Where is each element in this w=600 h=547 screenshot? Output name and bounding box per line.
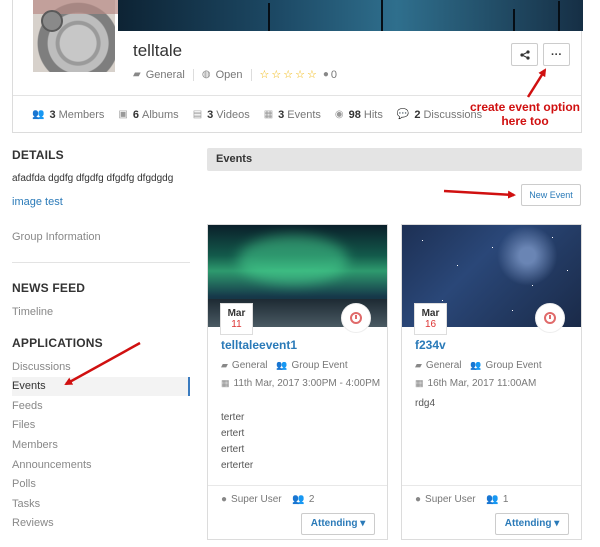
events-icon: ▦ — [263, 109, 274, 120]
group-icon: 👥 — [276, 360, 288, 370]
event-description-line: rdg4 — [415, 398, 436, 409]
globe-icon: ◍ — [201, 69, 211, 80]
attending-dropdown[interactable]: Attending ▾ — [495, 513, 569, 535]
applications-heading: APPLICATIONS — [12, 336, 103, 350]
event-meta: ▰ General 👥 Group Event — [415, 360, 542, 371]
sidebar-item-discussions[interactable]: Discussions — [12, 358, 190, 377]
arrow-to-new-event — [443, 189, 516, 199]
event-card: Mar 11 telltaleevent1 ▰ General 👥 Group Ev… — [207, 224, 388, 540]
share-button[interactable] — [511, 43, 538, 66]
event-title[interactable]: f234v — [415, 338, 446, 352]
calendar-icon: ▦ — [415, 378, 424, 388]
calendar-icon: ▦ — [221, 378, 230, 388]
sidebar-item-polls[interactable]: Polls — [12, 475, 190, 494]
event-description-line: ertert — [221, 444, 245, 455]
stat-albums[interactable]: ▣ 6 Albums — [118, 109, 178, 121]
sidebar-item-timeline[interactable]: Timeline — [12, 303, 190, 322]
members-icon: 👥 — [32, 109, 45, 120]
event-card: Mar 16 f234v ▰ General 👥 Group Event ▦ 16th… — [401, 224, 582, 540]
event-description-line: erterter — [221, 460, 254, 471]
event-description-line: ertert — [221, 428, 245, 439]
rating-stars[interactable]: ☆☆☆☆☆ — [260, 68, 319, 81]
event-meta: ▰ General 👥 Group Event — [221, 360, 348, 371]
stat-members[interactable]: 👥 3 Members — [32, 109, 104, 121]
news-feed-heading: NEWS FEED — [12, 281, 86, 295]
image-test-link[interactable]: image test — [12, 196, 63, 208]
folder-icon: ▰ — [221, 360, 228, 370]
sidebar-item-reviews[interactable]: Reviews — [12, 514, 190, 533]
clock-icon — [535, 303, 565, 333]
sidebar-item-files[interactable]: Files — [12, 416, 190, 435]
event-date-badge: Mar 16 — [414, 303, 447, 335]
event-description-line: terter — [221, 412, 245, 423]
sidebar-item-members[interactable]: Members — [12, 436, 190, 455]
sidebar-item-announcements[interactable]: Announcements — [12, 456, 190, 475]
user-icon: ● — [322, 69, 329, 80]
group-title: telltale — [133, 41, 183, 60]
stat-videos[interactable]: ▤ 3 Videos — [193, 109, 250, 121]
guests-icon: 👥 — [486, 494, 499, 505]
sidebar-item-tasks[interactable]: Tasks — [12, 495, 190, 514]
new-event-button[interactable]: New Event — [521, 184, 581, 206]
group-category[interactable]: General — [146, 69, 185, 81]
rating-count: 0 — [330, 68, 337, 81]
guests-icon: 👥 — [292, 494, 305, 505]
clock-icon — [341, 303, 371, 333]
stat-hits: ◉ 98 Hits — [334, 108, 383, 121]
sidebar-item-feeds[interactable]: Feeds — [12, 397, 190, 416]
share-icon — [519, 49, 530, 60]
user-icon: ● — [415, 494, 422, 505]
event-date-badge: Mar 11 — [220, 303, 253, 335]
group-meta: ▰ General ◍ Open ☆☆☆☆☆ ● 0 — [133, 68, 337, 81]
discussions-icon: 💬 — [396, 109, 410, 120]
videos-icon: ▤ — [192, 109, 203, 120]
event-host: ● Super User 👥 1 — [415, 494, 509, 505]
attending-dropdown[interactable]: Attending ▾ — [301, 513, 375, 535]
event-time: ▦ 11th Mar, 2017 3:00PM - 4:00PM — [221, 378, 381, 389]
details-heading: DETAILS — [12, 148, 64, 162]
stat-events[interactable]: ▦ 3 Events — [264, 109, 321, 121]
albums-icon: ▣ — [118, 109, 128, 120]
hits-icon: ◉ — [334, 109, 344, 120]
sidebar-item-events[interactable]: Events — [12, 377, 190, 396]
annotation-note: create event option here too — [469, 100, 581, 128]
events-section-title: Events — [207, 148, 582, 171]
group-information-link[interactable]: Group Information — [12, 228, 190, 247]
more-options-button[interactable]: ··· — [543, 43, 570, 66]
group-avatar[interactable] — [30, 0, 118, 75]
event-time: ▦ 16th Mar, 2017 11:00AM — [415, 378, 537, 389]
event-host: ● Super User 👥 2 — [221, 494, 315, 505]
group-cover-image — [118, 0, 583, 31]
event-title[interactable]: telltaleevent1 — [221, 338, 297, 352]
group-icon: 👥 — [470, 360, 482, 370]
group-privacy: Open — [215, 68, 243, 81]
folder-icon: ▰ — [133, 69, 141, 80]
user-icon: ● — [221, 494, 228, 505]
folder-icon: ▰ — [415, 360, 422, 370]
details-text: afadfda dgdfg dfgdfg dfgdfg dfgdgdg — [12, 173, 174, 184]
